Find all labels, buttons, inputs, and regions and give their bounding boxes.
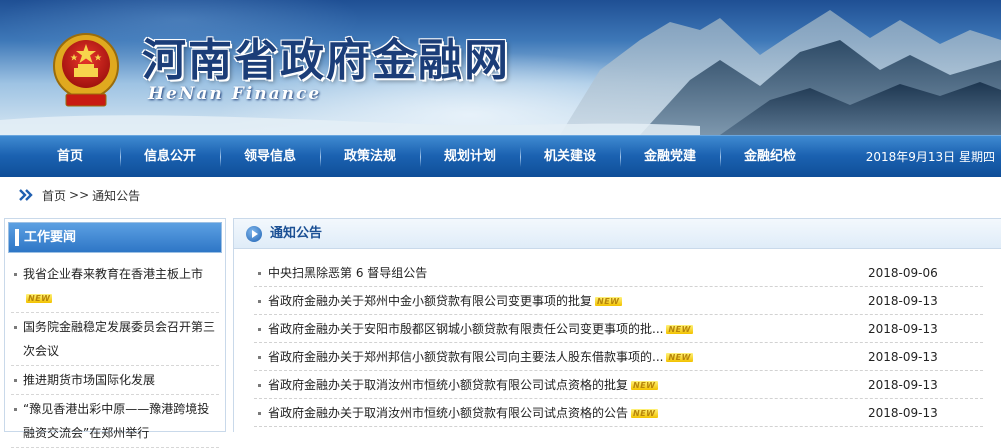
notice-link[interactable]: 中央扫黑除恶第 6 督导组公告	[268, 266, 427, 280]
new-badge-icon: NEW	[631, 381, 658, 390]
new-badge-icon: NEW	[595, 297, 622, 306]
sidebar-news-list: 我省企业春来教育在香港主板上市 NEW 国务院金融稳定发展委员会召开第三次会议 …	[5, 256, 225, 448]
new-badge-icon: NEW	[666, 325, 693, 334]
notice-date: 2018-09-13	[868, 294, 938, 308]
nav-item-discipline[interactable]: 金融纪检	[720, 136, 820, 178]
sidebar-header-bar	[15, 229, 19, 246]
notice-link[interactable]: 省政府金融办关于郑州中金小额贷款有限公司变更事项的批复	[268, 294, 592, 308]
nav-item-policies[interactable]: 政策法规	[320, 136, 420, 178]
notice-date: 2018-09-13	[868, 406, 938, 420]
breadcrumb-home-link[interactable]: 首页	[42, 187, 66, 204]
sidebar-title: 工作要闻	[24, 230, 77, 245]
national-emblem-icon	[53, 33, 119, 107]
table-row[interactable]: 中央扫黑除恶第 6 督导组公告 2018-09-06	[254, 259, 983, 287]
notice-list: 中央扫黑除恶第 6 督导组公告 2018-09-06 省政府金融办关于郑州中金小…	[254, 259, 983, 427]
news-link[interactable]: 我省企业春来教育在香港主板上市	[23, 267, 203, 281]
new-badge-icon: NEW	[631, 409, 658, 418]
breadcrumb: 首页 >> 通知公告	[0, 178, 1001, 212]
news-link[interactable]: 推进期货市场国际化发展	[23, 373, 155, 387]
site-title: 河南省政府金融网	[142, 35, 510, 86]
table-row[interactable]: 省政府金融办关于安阳市殷都区钢城小额贷款有限责任公司变更事项的批... NEW 2…	[254, 315, 983, 343]
notice-title-cell: 省政府金融办关于郑州邦信小额贷款有限公司向主要法人股东借款事项的... NEW	[268, 343, 693, 371]
nav-item-leadership[interactable]: 领导信息	[220, 136, 320, 178]
notice-title-cell: 省政府金融办关于取消汝州市恒统小额贷款有限公司试点资格的公告 NEW	[268, 399, 658, 427]
notice-title-cell: 省政府金融办关于安阳市殷都区钢城小额贷款有限责任公司变更事项的批... NEW	[268, 315, 693, 343]
double-chevron-right-icon	[19, 189, 33, 201]
table-row[interactable]: 省政府金融办关于取消汝州市恒统小额贷款有限公司试点资格的批复 NEW 2018-0…	[254, 371, 983, 399]
sidebar-header: 工作要闻	[8, 222, 222, 253]
current-date: 2018年9月13日 星期四	[865, 150, 995, 164]
nav-item-planning[interactable]: 规划计划	[420, 136, 520, 178]
notice-date: 2018-09-13	[868, 350, 938, 364]
site-banner: 河南省政府金融网 HeNan Finance	[0, 0, 1001, 135]
list-item[interactable]: “豫见香港出彩中原——豫港跨境投融资交流会”在郑州举行	[11, 395, 219, 448]
notice-link[interactable]: 省政府金融办关于取消汝州市恒统小额贷款有限公司试点资格的公告	[268, 406, 628, 420]
nav-item-party-building[interactable]: 金融党建	[620, 136, 720, 178]
list-item[interactable]: 我省企业春来教育在香港主板上市 NEW	[11, 260, 219, 313]
nav-items: 首页 信息公开 领导信息 政策法规 规划计划 机关建设 金融党建 金融纪检	[20, 136, 820, 178]
list-item[interactable]: 推进期货市场国际化发展	[11, 366, 219, 395]
main-nav: 首页 信息公开 领导信息 政策法规 规划计划 机关建设 金融党建 金融纪检 20…	[0, 135, 1001, 177]
notice-title-cell: 中央扫黑除恶第 6 督导组公告	[268, 259, 427, 287]
notice-link[interactable]: 省政府金融办关于郑州邦信小额贷款有限公司向主要法人股东借款事项的...	[268, 350, 663, 364]
notice-link[interactable]: 省政府金融办关于安阳市殷都区钢城小额贷款有限责任公司变更事项的批...	[268, 322, 663, 336]
breadcrumb-current: 通知公告	[92, 188, 141, 203]
notice-panel-title: 通知公告	[270, 226, 323, 241]
notice-title-cell: 省政府金融办关于取消汝州市恒统小额贷款有限公司试点资格的批复 NEW	[268, 371, 658, 399]
sidebar-news-panel: 工作要闻 我省企业春来教育在香港主板上市 NEW 国务院金融稳定发展委员会召开第…	[4, 218, 226, 448]
list-item[interactable]: 国务院金融稳定发展委员会召开第三次会议	[11, 313, 219, 366]
notice-date: 2018-09-06	[868, 266, 938, 280]
notice-panel-header: 通知公告	[234, 219, 1001, 249]
notice-date: 2018-09-13	[868, 378, 938, 392]
nav-item-agency-building[interactable]: 机关建设	[520, 136, 620, 178]
news-link[interactable]: 国务院金融稳定发展委员会召开第三次会议	[23, 320, 215, 358]
notice-date: 2018-09-13	[868, 322, 938, 336]
table-row[interactable]: 省政府金融办关于取消汝州市恒统小额贷款有限公司试点资格的公告 NEW 2018-0…	[254, 399, 983, 427]
notice-link[interactable]: 省政府金融办关于取消汝州市恒统小额贷款有限公司试点资格的批复	[268, 378, 628, 392]
nav-item-info-disclosure[interactable]: 信息公开	[120, 136, 220, 178]
site-subtitle: HeNan Finance	[148, 84, 322, 104]
new-badge-icon: NEW	[26, 294, 53, 303]
breadcrumb-separator: >>	[69, 188, 90, 202]
notice-title-cell: 省政府金融办关于郑州中金小额贷款有限公司变更事项的批复 NEW	[268, 287, 622, 315]
nav-item-home[interactable]: 首页	[20, 136, 120, 178]
notice-panel: 通知公告 中央扫黑除恶第 6 督导组公告 2018-09-06 省政府金融办关于…	[233, 218, 1001, 432]
new-badge-icon: NEW	[666, 353, 693, 362]
table-row[interactable]: 省政府金融办关于郑州中金小额贷款有限公司变更事项的批复 NEW 2018-09-1…	[254, 287, 983, 315]
play-circle-icon	[246, 226, 262, 242]
news-link[interactable]: “豫见香港出彩中原——豫港跨境投融资交流会”在郑州举行	[23, 402, 209, 440]
table-row[interactable]: 省政府金融办关于郑州邦信小额贷款有限公司向主要法人股东借款事项的... NEW 2…	[254, 343, 983, 371]
